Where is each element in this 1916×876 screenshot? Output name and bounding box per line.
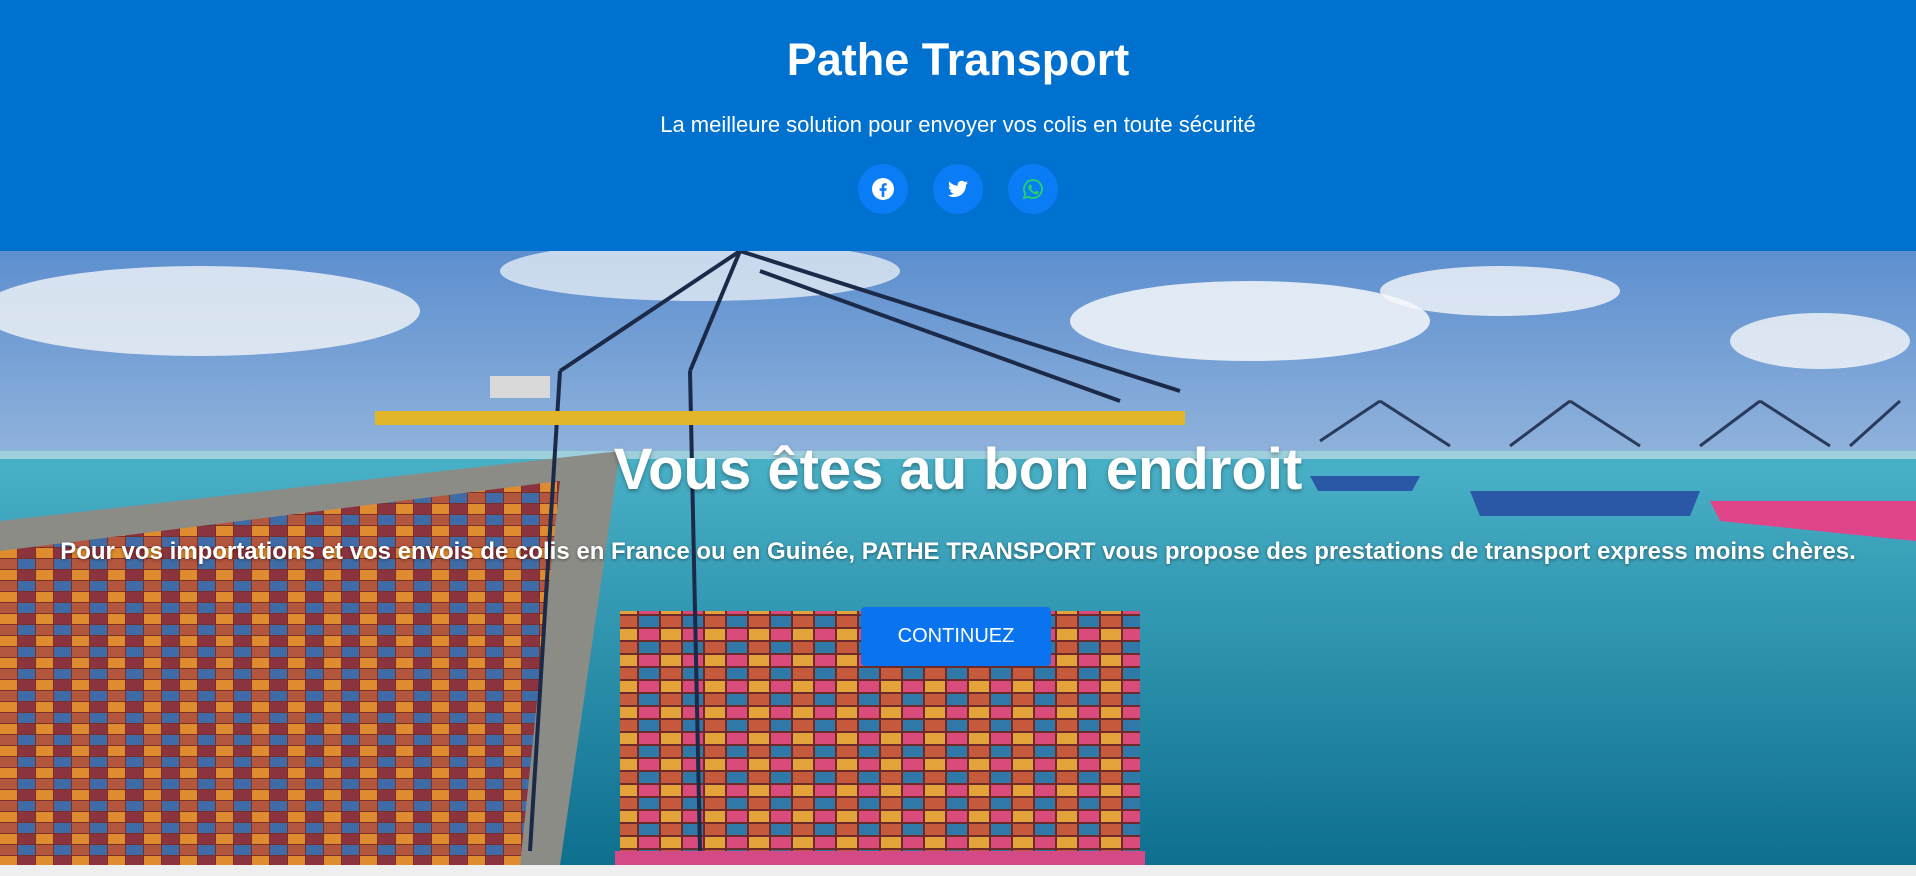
whatsapp-link[interactable] [1008, 164, 1058, 214]
twitter-icon [948, 180, 968, 197]
hero-text-before: Pour vos importations et vos envois de c… [60, 538, 862, 565]
site-tagline: La meilleure solution pour envoyer vos c… [660, 112, 1256, 137]
facebook-link[interactable] [858, 164, 908, 214]
brand-name: PATHE TRANSPORT [861, 538, 1096, 565]
site-header: Pathe Transport La meilleure solution po… [0, 0, 1916, 251]
whatsapp-icon [1022, 179, 1043, 200]
social-links [0, 164, 1916, 214]
page-bottom-divider [0, 865, 1916, 876]
facebook-icon [872, 178, 894, 200]
hero-description: Pour vos importations et vos envois de c… [0, 537, 1916, 567]
continue-button[interactable]: CONTINUEZ [861, 607, 1051, 666]
site-title: Pathe Transport [786, 34, 1130, 85]
hero-title: Vous êtes au bon endroit [613, 437, 1303, 502]
hero-text-after: vous propose des prestations de transpor… [1095, 538, 1856, 565]
twitter-link[interactable] [933, 164, 983, 214]
hero-section: Vous êtes au bon endroit Pour vos import… [0, 251, 1916, 865]
